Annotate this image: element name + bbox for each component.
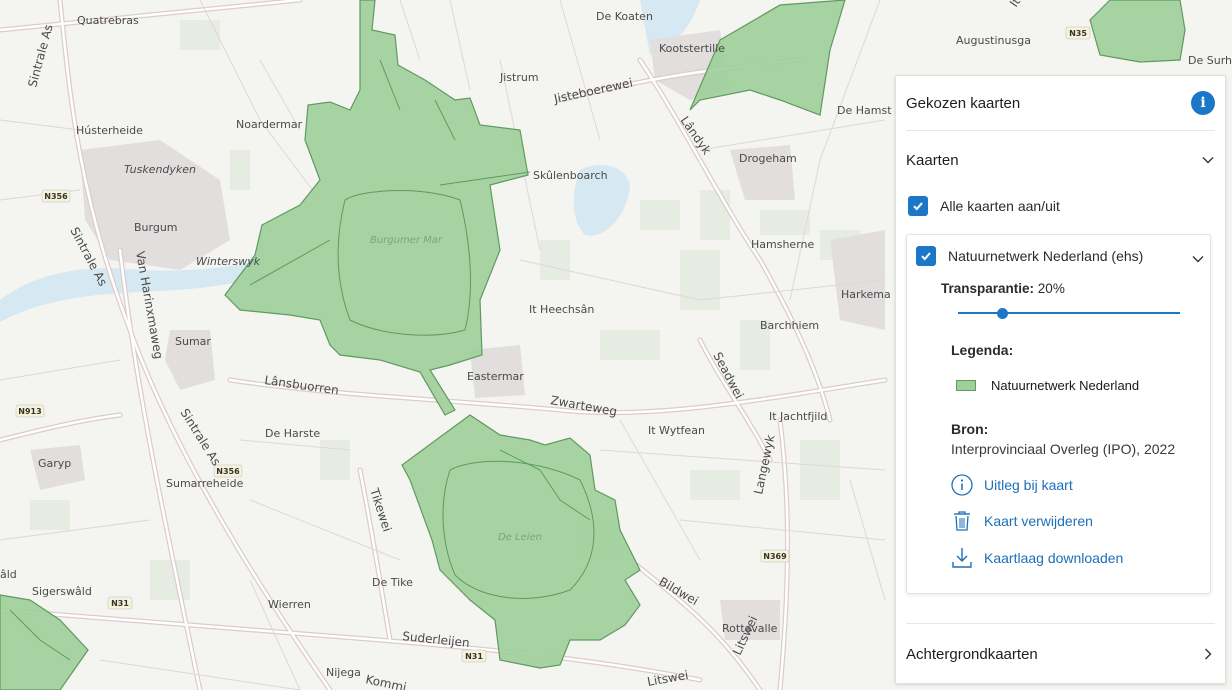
layer-checkbox[interactable]	[916, 246, 936, 266]
download-layer-label[interactable]: Kaartlaag downloaden	[984, 550, 1123, 566]
selected-maps-panel: Gekozen kaarten i Kaarten Alle kaarten a…	[895, 75, 1226, 684]
check-icon	[921, 252, 931, 261]
svg-text:Augustinusga: Augustinusga	[956, 34, 1031, 47]
water-label-burgumer-mar: Burgumer Mar	[370, 235, 443, 246]
svg-text:Quatrebras: Quatrebras	[77, 14, 139, 27]
source-title: Bron:	[951, 421, 989, 437]
svg-text:Hamsherne: Hamsherne	[751, 238, 814, 251]
svg-text:Wierren: Wierren	[268, 598, 311, 611]
layer-name: Natuurnetwerk Nederland (ehs)	[948, 248, 1144, 264]
svg-text:Sumar: Sumar	[175, 335, 211, 348]
check-icon	[913, 202, 923, 211]
svg-text:N31: N31	[111, 599, 129, 608]
remove-map-link[interactable]: Kaart verwijderen	[950, 509, 1093, 533]
explain-map-link[interactable]: Uitleg bij kaart	[950, 473, 1073, 497]
svg-text:Tuskendyken: Tuskendyken	[124, 163, 196, 176]
transparency-label: Transparantie: 20%	[941, 281, 1065, 296]
svg-text:Eastermar: Eastermar	[467, 370, 524, 383]
source-value: Interprovinciaal Overleg (IPO), 2022	[951, 441, 1176, 457]
svg-text:N356: N356	[44, 192, 68, 201]
download-icon	[952, 548, 972, 568]
explain-map-label[interactable]: Uitleg bij kaart	[984, 477, 1073, 493]
svg-text:De Koaten: De Koaten	[596, 10, 653, 23]
svg-text:De Surhu: De Surhu	[1188, 54, 1232, 67]
svg-text:Garyp: Garyp	[38, 457, 71, 470]
svg-text:Skûlenboarch: Skûlenboarch	[533, 169, 608, 182]
svg-text:It Wytfean: It Wytfean	[648, 424, 705, 437]
svg-text:N356: N356	[216, 467, 240, 476]
svg-text:Harkema: Harkema	[841, 288, 891, 301]
svg-text:Nijega: Nijega	[326, 666, 361, 679]
svg-text:Burgum: Burgum	[134, 221, 178, 234]
chevron-down-icon[interactable]	[1201, 153, 1215, 167]
svg-text:De Harste: De Harste	[265, 427, 320, 440]
legend-swatch	[956, 380, 976, 391]
download-layer-link[interactable]: Kaartlaag downloaden	[950, 546, 1123, 570]
transparency-value: 20%	[1037, 281, 1065, 296]
toggle-all-label: Alle kaarten aan/uit	[940, 198, 1060, 214]
svg-text:âld: âld	[0, 568, 17, 581]
info-circle-icon	[951, 474, 973, 496]
trash-icon	[954, 511, 970, 531]
legend-item: Natuurnetwerk Nederland	[956, 378, 1139, 393]
svg-text:De Tike: De Tike	[372, 576, 413, 589]
toggle-all-row[interactable]: Alle kaarten aan/uit	[908, 196, 1060, 216]
svg-text:Noardermar: Noardermar	[236, 118, 303, 131]
remove-map-label[interactable]: Kaart verwijderen	[984, 513, 1093, 529]
section-achtergrondkaarten-label: Achtergrondkaarten	[906, 645, 1038, 663]
svg-text:De Hamst: De Hamst	[837, 104, 892, 117]
svg-text:It Heechsân: It Heechsân	[529, 303, 594, 316]
info-icon[interactable]: i	[1191, 91, 1215, 115]
section-kaarten-label: Kaarten	[906, 151, 959, 169]
svg-text:N913: N913	[18, 407, 41, 416]
svg-text:N369: N369	[763, 552, 787, 561]
legend-label: Natuurnetwerk Nederland	[991, 378, 1140, 393]
section-achtergrondkaarten[interactable]: Achtergrondkaarten	[906, 643, 1215, 665]
panel-title: Gekozen kaarten	[906, 94, 1021, 112]
svg-text:Jistrum: Jistrum	[499, 71, 539, 84]
chevron-down-icon[interactable]	[1191, 252, 1205, 266]
svg-text:Sigerswâld: Sigerswâld	[32, 585, 92, 598]
transparency-slider[interactable]	[958, 312, 1180, 314]
divider	[906, 623, 1215, 624]
svg-text:Drogeham: Drogeham	[739, 152, 797, 165]
legend-title: Legenda:	[951, 342, 1014, 358]
svg-text:It Jachtfjild: It Jachtfjild	[769, 410, 827, 423]
panel-header: Gekozen kaarten i	[906, 76, 1215, 131]
svg-text:N31: N31	[465, 652, 483, 661]
water-label-de-leien: De Leien	[498, 532, 542, 543]
svg-text:Winterswyk: Winterswyk	[196, 255, 261, 268]
svg-text:N35: N35	[1069, 29, 1087, 38]
chevron-right-icon[interactable]	[1201, 647, 1215, 661]
svg-text:Hústerheide: Hústerheide	[76, 124, 143, 137]
svg-text:Sumarreheide: Sumarreheide	[166, 477, 244, 490]
svg-text:Barchhiem: Barchhiem	[760, 319, 819, 332]
section-kaarten[interactable]: Kaarten	[906, 149, 1215, 171]
toggle-all-checkbox[interactable]	[908, 196, 928, 216]
svg-text:Kootstertille: Kootstertille	[659, 42, 725, 55]
layer-row[interactable]: Natuurnetwerk Nederland (ehs)	[916, 246, 1143, 266]
